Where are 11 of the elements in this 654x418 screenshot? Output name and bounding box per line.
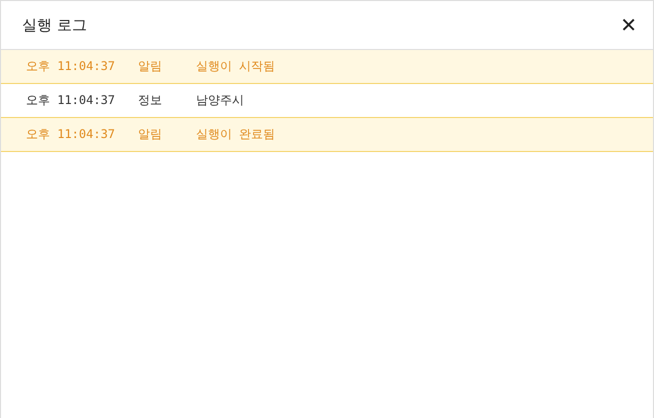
log-level: 정보 bbox=[138, 92, 163, 109]
log-level: 알림 bbox=[138, 58, 163, 75]
log-time: 오후 11:04:37 bbox=[26, 126, 116, 143]
log-time: 오후 11:04:37 bbox=[26, 58, 116, 75]
log-message: 실행이 완료됨 bbox=[196, 126, 276, 143]
log-time: 오후 11:04:37 bbox=[26, 92, 116, 109]
close-button[interactable]: ✕ bbox=[618, 13, 639, 37]
log-message: 실행이 시작됨 bbox=[196, 58, 276, 75]
log-level: 알림 bbox=[138, 126, 163, 143]
dialog-title: 실행 로그 bbox=[22, 16, 87, 34]
log-message: 남양주시 bbox=[196, 92, 244, 109]
